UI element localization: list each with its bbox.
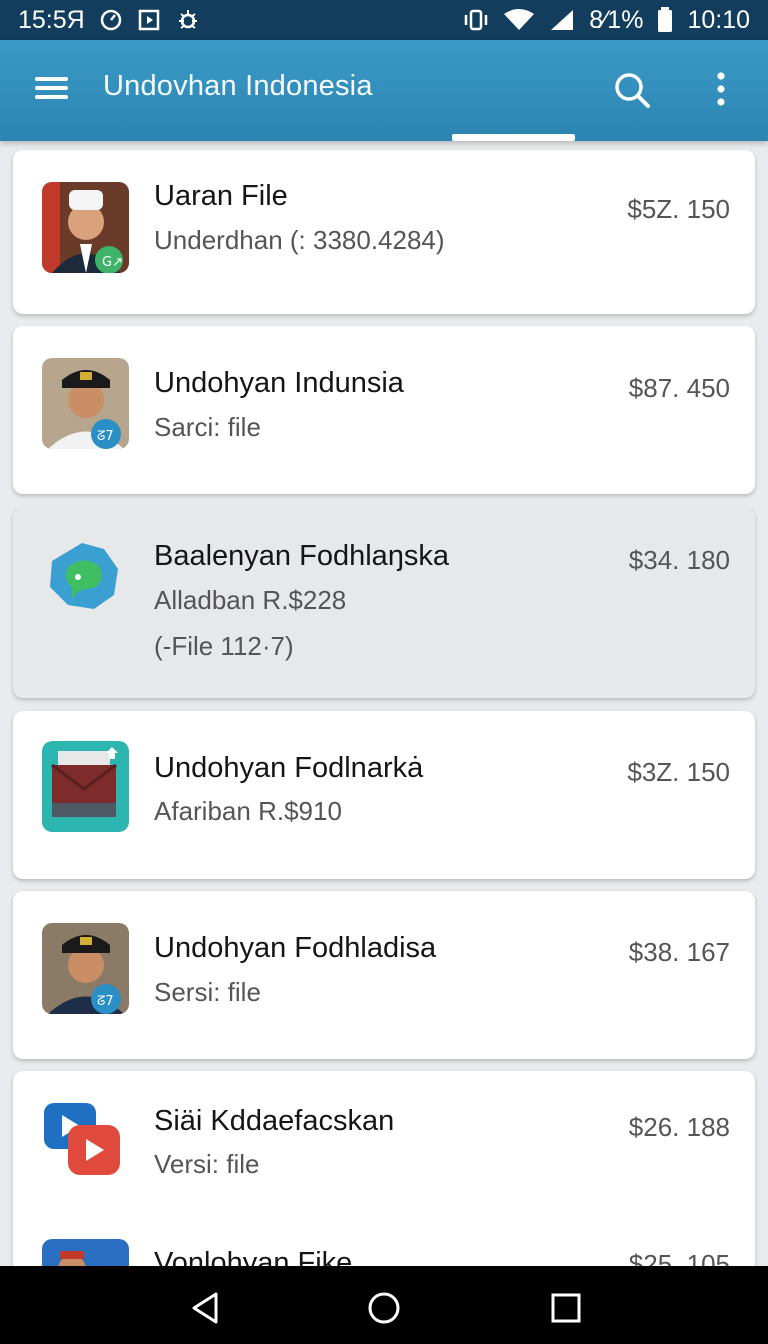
home-circle-icon[interactable] [364, 1288, 404, 1328]
list-item[interactable]: G↗ Uaran File Underdhan (: 3380.4284) $5… [13, 150, 755, 314]
item-title: Undohyan Indunsia [154, 367, 404, 399]
list-item-selected[interactable]: Baalenyan Fodhlaŋska Alladban R.$228 (-F… [13, 507, 755, 698]
video-play-icon [42, 1101, 129, 1192]
svg-text:G↗: G↗ [102, 255, 123, 270]
status-right: 8⁄1% 10:10 [463, 6, 750, 35]
item-price: $26. 188 [628, 1112, 730, 1142]
item-subtitle: Alladban R.$228 [154, 585, 347, 615]
signal-icon [549, 8, 575, 32]
vibrate-icon [463, 8, 489, 32]
media-status-icon [137, 8, 161, 32]
hamburger-icon[interactable] [30, 70, 74, 110]
item-title: Siäi Kddaefacskan [154, 1105, 395, 1137]
item-subtitle: Sersi: file [154, 977, 261, 1007]
item-title: Vonlohyan Fike [154, 1247, 353, 1266]
list-item[interactable]: ᘔ7 Undohyan Indunsia Sarci: file $87. 45… [13, 326, 755, 494]
file-list[interactable]: G↗ Uaran File Underdhan (: 3380.4284) $5… [0, 141, 768, 1266]
status-left: 15:5Я [18, 6, 201, 35]
app-title: Undovhan Indonesia [103, 70, 373, 102]
tab-indicator [452, 134, 575, 141]
person-photo-icon: ᘔ7 [42, 358, 129, 449]
item-subtitle: Sarci: file [154, 412, 261, 442]
back-triangle-icon[interactable] [186, 1288, 226, 1328]
item-price: $3Z. 150 [627, 757, 730, 787]
status-time-left: 15:5Я [18, 5, 85, 34]
status-time-right: 10:10 [687, 5, 750, 34]
battery-icon [657, 7, 673, 33]
item-price: $38. 167 [628, 937, 730, 967]
more-vert-icon[interactable] [706, 68, 736, 112]
item-subtitle: Versi: file [154, 1149, 260, 1179]
item-price: $5Z. 150 [627, 194, 730, 224]
item-subtitle: Afariban R.$910 [154, 796, 342, 826]
app-bar: Undovhan Indonesia [0, 40, 768, 141]
circle-status-icon [99, 8, 123, 32]
battery-percent: 8⁄1% [589, 5, 644, 34]
item-price: $34. 180 [628, 545, 730, 575]
item-title: Baalenyan Fodhlaŋska [154, 540, 450, 572]
list-item[interactable]: Undohyan Fodlnarkȧ Afariban R.$910 $3Z. … [13, 711, 755, 879]
bug-status-icon [175, 7, 201, 33]
person-photo-icon [42, 1239, 129, 1266]
item-price: $87. 450 [628, 373, 730, 403]
item-price: $25. 105 [628, 1249, 730, 1266]
item-detail: (-File 112·7) [154, 631, 294, 661]
list-item-partial[interactable]: Vonlohyan Fike $25. 105 [13, 1227, 755, 1266]
system-nav-bar [0, 1266, 768, 1344]
item-title: Uaran File [154, 180, 288, 212]
person-photo-icon: G↗ [42, 182, 129, 273]
wifi-icon [503, 8, 535, 32]
search-icon[interactable] [610, 68, 654, 112]
item-title: Undohyan Fodlnarkȧ [154, 752, 424, 784]
chat-bubble-icon [42, 537, 129, 628]
svg-text:ᘔ7: ᘔ7 [97, 429, 114, 444]
list-item[interactable]: ᘔ7 Undohyan Fodhladisa Sersi: file $38. … [13, 891, 755, 1059]
item-subtitle: Underdhan (: 3380.4284) [154, 225, 445, 255]
box-app-icon [42, 741, 129, 832]
item-title: Undohyan Fodhladisa [154, 932, 437, 964]
svg-text:ᘔ7: ᘔ7 [97, 994, 114, 1009]
recents-square-icon[interactable] [546, 1288, 586, 1328]
status-bar: 15:5Я 8⁄1% 10:10 [0, 0, 768, 40]
person-photo-icon: ᘔ7 [42, 923, 129, 1014]
